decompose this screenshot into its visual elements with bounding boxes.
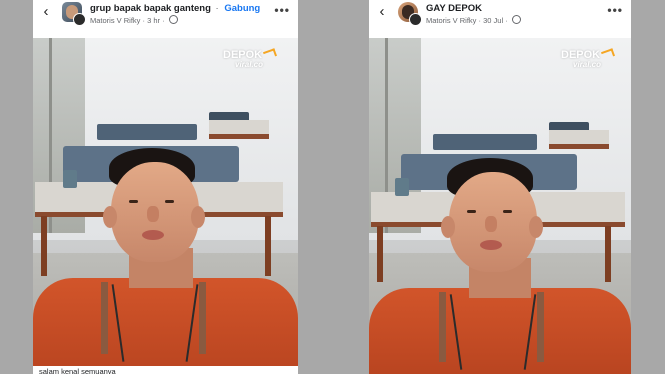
post-time[interactable]: 3 hr bbox=[147, 16, 160, 25]
person-eye bbox=[467, 210, 476, 213]
group-title: GAY DEPOK bbox=[426, 3, 482, 14]
person-eye bbox=[129, 200, 138, 203]
photo-table-leg bbox=[605, 226, 611, 282]
author-name[interactable]: Matoris V Rifky bbox=[426, 16, 476, 25]
apron-strap bbox=[101, 282, 108, 354]
meta-separator: · bbox=[162, 16, 165, 25]
watermark-logo: DEPOK viral.co bbox=[561, 48, 616, 70]
post-meta: Matoris V Rifky · 3 hr · bbox=[90, 15, 178, 25]
person-ear bbox=[529, 216, 543, 238]
photo-bench bbox=[97, 124, 197, 140]
post-header: ‹ GAY DEPOK Matoris V Rifky · 30 Jul · •… bbox=[369, 0, 631, 38]
post-photo[interactable]: DEPOK viral.co bbox=[369, 38, 631, 374]
photo-table-leg bbox=[377, 226, 383, 282]
person-nose bbox=[147, 206, 159, 222]
person-ear bbox=[441, 216, 455, 238]
back-arrow-icon[interactable]: ‹ bbox=[39, 4, 53, 20]
meta-separator: · bbox=[142, 16, 146, 25]
globe-icon bbox=[511, 15, 521, 24]
post-right: ‹ GAY DEPOK Matoris V Rifky · 30 Jul · •… bbox=[369, 0, 631, 374]
more-options-icon[interactable]: ••• bbox=[274, 3, 290, 17]
post-header: ‹ grup bapak bapak ganteng · Gabung Mato… bbox=[33, 0, 298, 38]
watermark-sub: viral.co bbox=[573, 60, 602, 69]
person-eye bbox=[503, 210, 512, 213]
apron-strap bbox=[439, 292, 446, 362]
meta-separator: · bbox=[505, 16, 508, 25]
more-options-icon[interactable]: ••• bbox=[607, 3, 623, 17]
join-button[interactable]: Gabung bbox=[224, 3, 260, 14]
photo-bench bbox=[433, 134, 537, 150]
photo-napkin-holder bbox=[63, 170, 77, 188]
author-avatar[interactable] bbox=[409, 13, 422, 26]
post-photo[interactable]: DEPOK viral.co salam kenal semuanya bbox=[33, 38, 298, 374]
photo-table bbox=[549, 130, 609, 149]
post-time[interactable]: 30 Jul bbox=[483, 16, 503, 25]
post-left: ‹ grup bapak bapak ganteng · Gabung Mato… bbox=[33, 0, 298, 374]
globe-icon bbox=[168, 15, 178, 24]
photo-table bbox=[209, 120, 269, 139]
person-shirt bbox=[369, 288, 631, 374]
watermark-logo: DEPOK viral.co bbox=[223, 48, 278, 70]
person-ear bbox=[191, 206, 205, 228]
group-title: grup bapak bapak ganteng · Gabung bbox=[90, 3, 260, 14]
post-meta: Matoris V Rifky · 30 Jul · bbox=[426, 15, 521, 25]
photo-table-leg bbox=[41, 216, 47, 276]
post-caption: salam kenal semuanya bbox=[33, 366, 298, 374]
apron-strap bbox=[199, 282, 206, 354]
person-lips bbox=[480, 240, 502, 250]
photo-table-leg bbox=[265, 216, 271, 276]
back-arrow-icon[interactable]: ‹ bbox=[375, 4, 389, 20]
person-nose bbox=[485, 216, 497, 232]
group-name[interactable]: grup bapak bapak ganteng bbox=[90, 3, 211, 14]
apron-strap bbox=[537, 292, 544, 362]
group-name[interactable]: GAY DEPOK bbox=[426, 3, 482, 14]
person-lips bbox=[142, 230, 164, 240]
photo-napkin-holder bbox=[395, 178, 409, 196]
person-eye bbox=[165, 200, 174, 203]
author-avatar[interactable] bbox=[73, 13, 86, 26]
person-ear bbox=[103, 206, 117, 228]
person-shirt bbox=[33, 278, 298, 374]
meta-separator: · bbox=[478, 16, 482, 25]
author-name[interactable]: Matoris V Rifky bbox=[90, 16, 140, 25]
separator-dot: · bbox=[215, 3, 219, 14]
watermark-sub: viral.co bbox=[235, 60, 264, 69]
